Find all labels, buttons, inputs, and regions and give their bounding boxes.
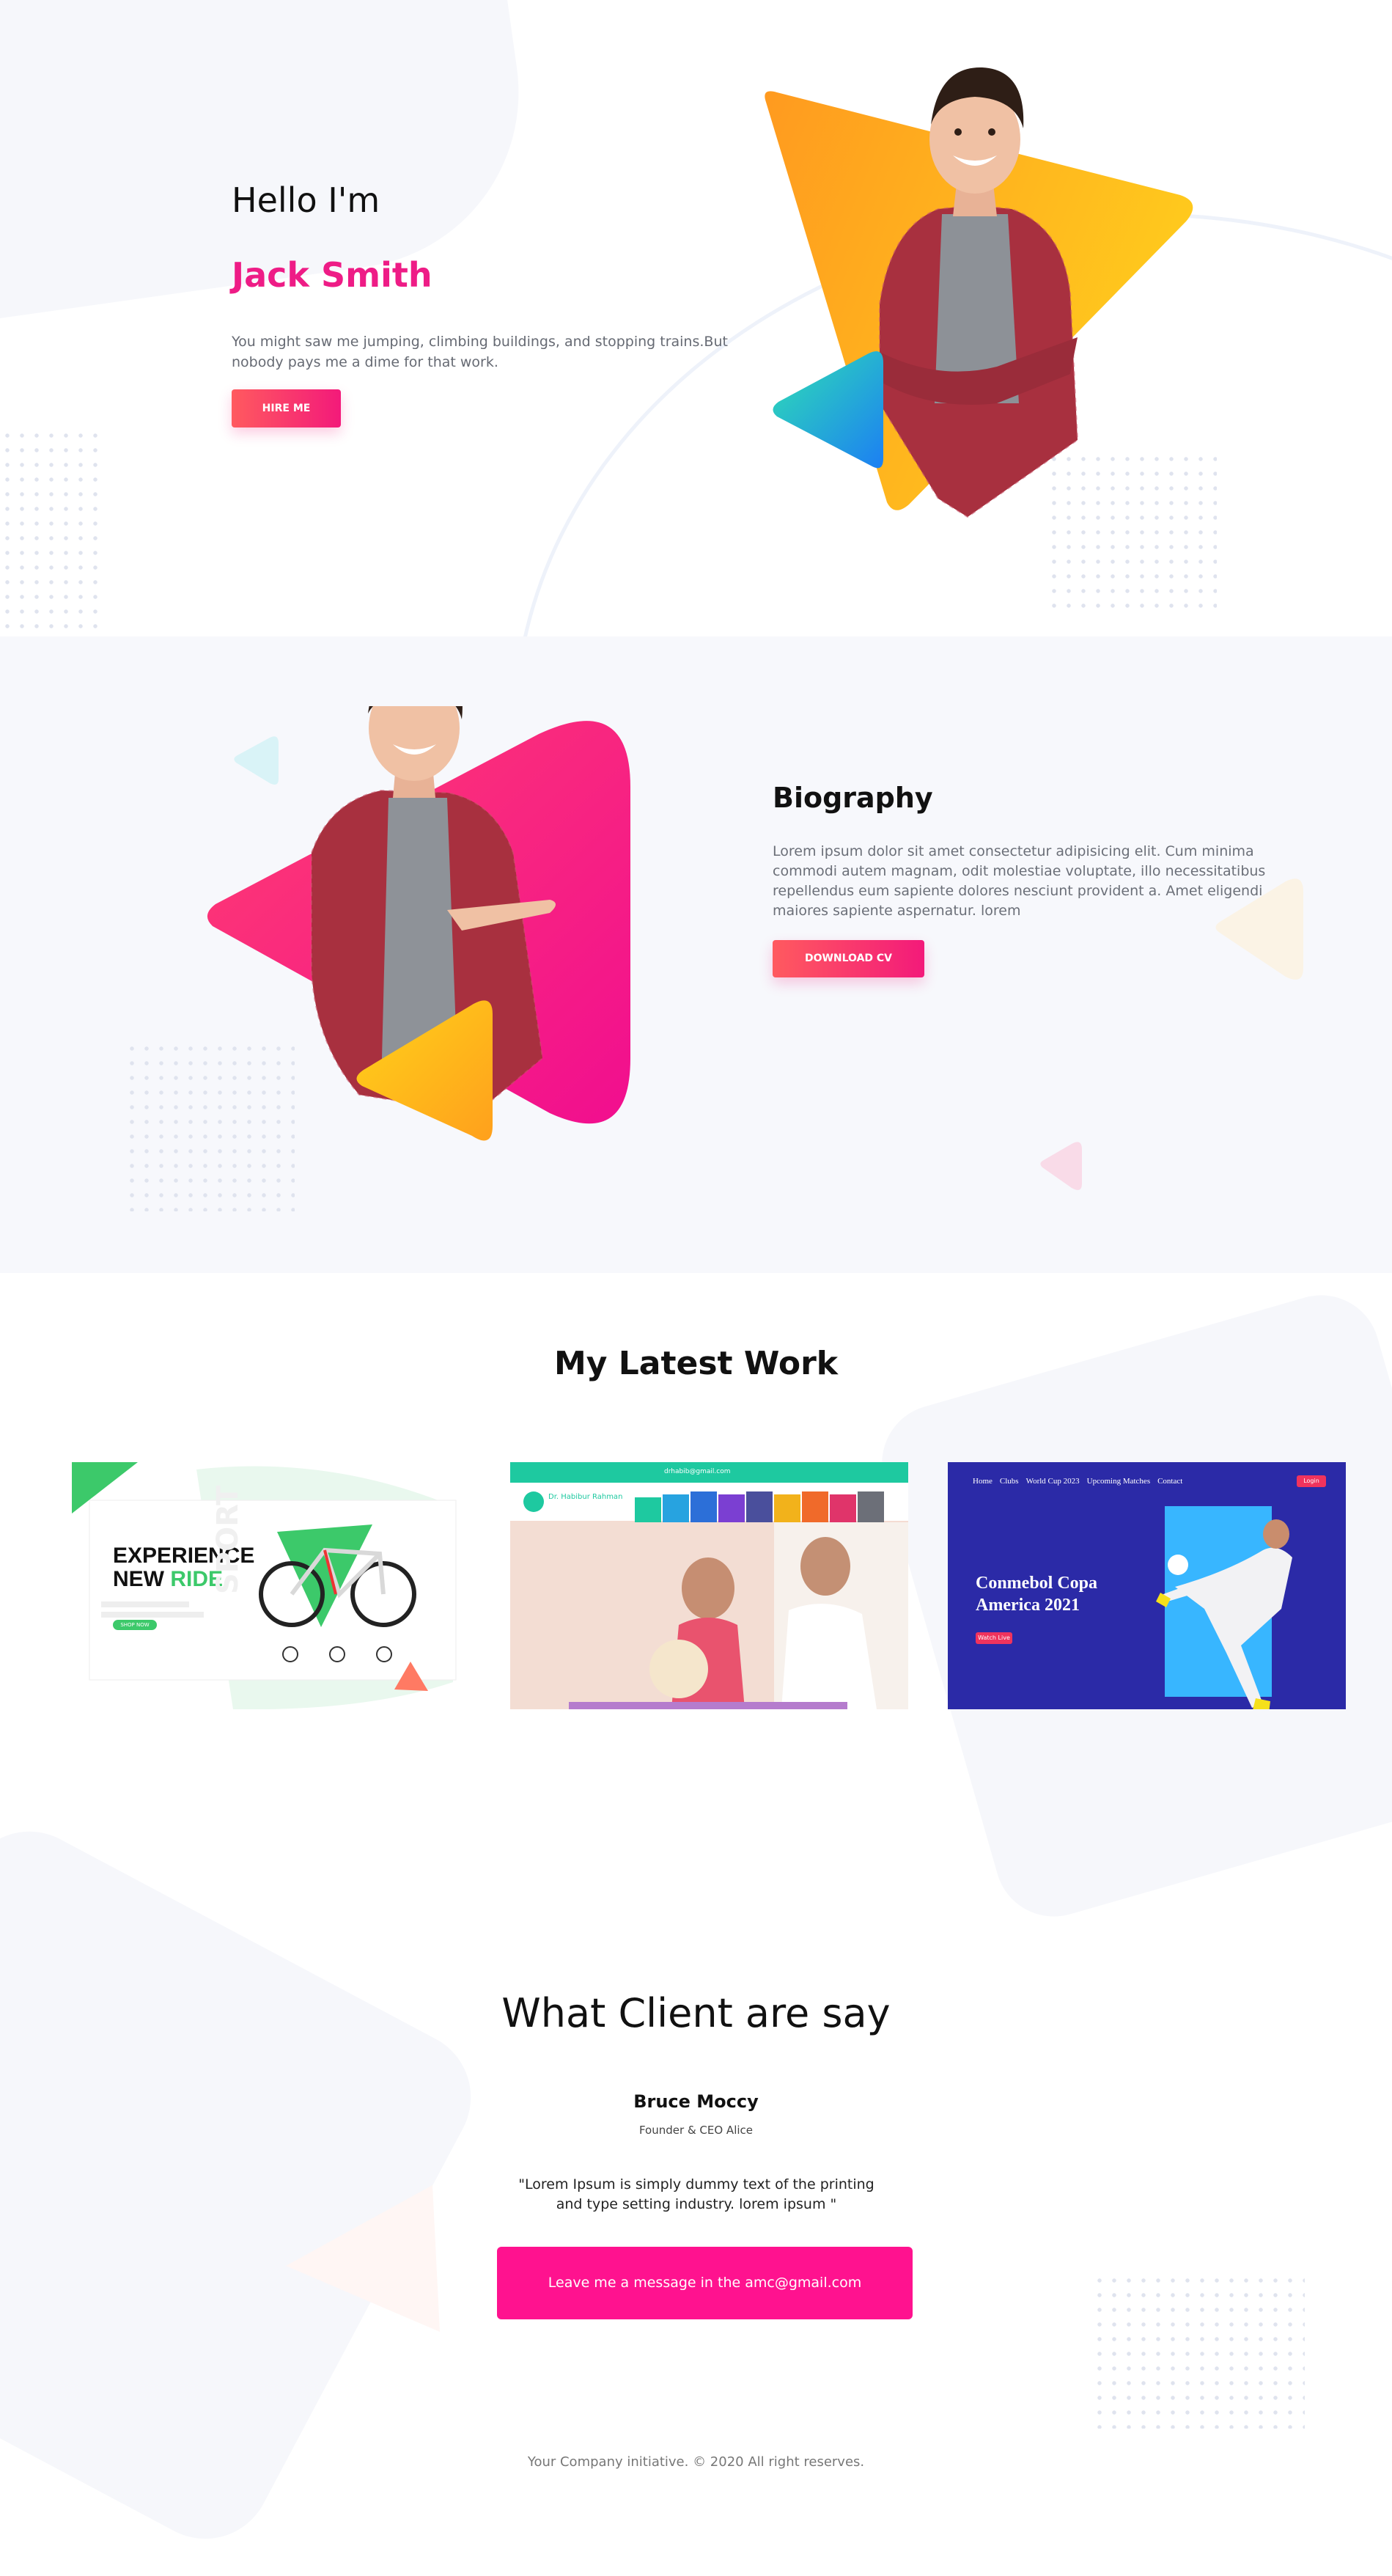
doctor-card-email: drhabib@gmail.com	[664, 1468, 731, 1475]
biography-title: Biography	[773, 782, 933, 814]
football-card-nav: Home Clubs World Cup 2023 Upcoming Match…	[973, 1477, 1182, 1486]
hero-section	[0, 0, 1392, 636]
football-nav-worldcup: World Cup 2023	[1025, 1477, 1080, 1486]
footer-copyright: Your Company initiative. © 2020 All righ…	[527, 2454, 865, 2470]
bike-card-watermark: SPORT	[211, 1485, 245, 1594]
hero-greeting: Hello I'm	[232, 180, 380, 220]
download-cv-button[interactable]: DOWNLOAD CV	[773, 940, 924, 977]
doctor-card-photo	[510, 1522, 908, 1709]
faint-triangle-shape	[286, 2185, 440, 2332]
football-card-login: Login	[1297, 1475, 1326, 1487]
bike-card-shop-button: SHOP NOW	[113, 1620, 157, 1630]
biography-section	[0, 636, 1392, 1273]
dot-grid-left	[0, 428, 103, 631]
client-name: Bruce Moccy	[633, 2091, 759, 2112]
small-pink-triangle	[1040, 1142, 1082, 1190]
work-card-bike-shop[interactable]: EXPERIENCE NEW RIDE SPORT SHOP NOW	[72, 1462, 470, 1709]
leave-message-label: Leave me a message in the amc@gmail.com	[548, 2275, 862, 2291]
football-nav-upcoming: Upcoming Matches	[1086, 1477, 1151, 1486]
client-quote: "Lorem Ipsum is simply dummy text of the…	[518, 2176, 874, 2212]
dot-grid-testimonial	[1092, 2273, 1305, 2429]
football-nav-contact: Contact	[1157, 1477, 1183, 1486]
football-nav-home: Home	[973, 1477, 993, 1486]
client-role: Founder & CEO Alice	[638, 2124, 754, 2137]
biography-text: Lorem ipsum dolor sit amet consectetur a…	[773, 843, 1266, 919]
work-card-football-site[interactable]: Home Clubs World Cup 2023 Upcoming Match…	[948, 1462, 1346, 1709]
leave-message-button[interactable]: Leave me a message in the amc@gmail.com	[497, 2247, 913, 2319]
hero-portrait	[765, 67, 1193, 518]
hire-me-button[interactable]: HIRE ME	[232, 389, 341, 428]
hero-description: You might saw me jumping, climbing build…	[232, 334, 728, 370]
biography-portrait	[207, 706, 630, 1141]
testimonial-title: What Client are say	[501, 1990, 891, 2036]
football-card-watch-button: Watch Live	[976, 1632, 1012, 1644]
football-card-player	[1156, 1519, 1292, 1709]
doctor-card-menu-tabs	[635, 1491, 884, 1522]
football-nav-clubs: Clubs	[999, 1477, 1019, 1486]
doctor-card-name: Dr. Habibur Rahman	[548, 1493, 623, 1501]
teal-triangle-shape	[773, 351, 883, 469]
football-card-headline: Conmebol Copa America 2021	[976, 1574, 1098, 1615]
work-card-doctor-site[interactable]: drhabib@gmail.com Dr. Habibur Rahman	[510, 1462, 908, 1709]
hero-name: Jack Smith	[232, 255, 432, 295]
doctor-card-topbar: drhabib@gmail.com	[510, 1462, 908, 1483]
work-section-title: My Latest Work	[553, 1345, 839, 1382]
doctor-avatar	[523, 1491, 544, 1512]
